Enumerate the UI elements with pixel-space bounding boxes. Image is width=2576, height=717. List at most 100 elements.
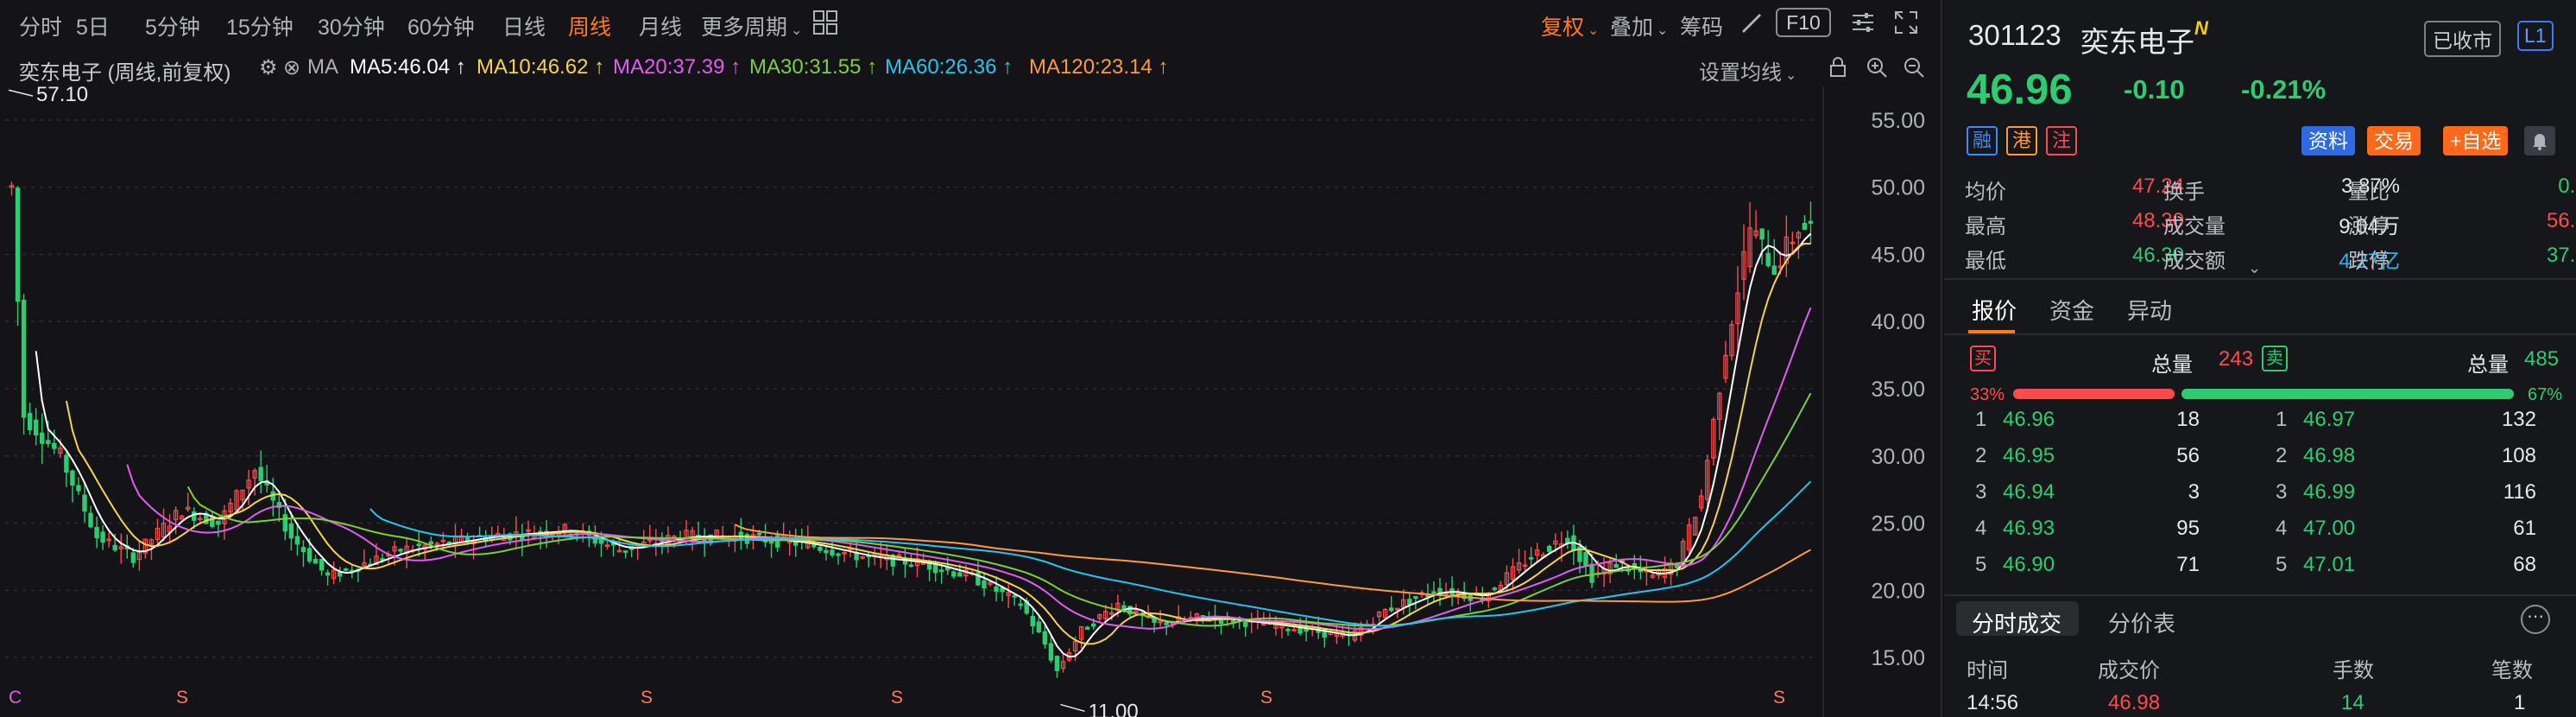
- bid-level[interactable]: 2: [1975, 444, 1986, 468]
- bid-volume[interactable]: 71: [2176, 553, 2200, 577]
- period-daily[interactable]: 日线: [502, 10, 546, 41]
- bid-price[interactable]: 46.90: [2003, 553, 2055, 577]
- level-badge[interactable]: L1: [2517, 21, 2554, 51]
- expand-chevron-icon[interactable]: ⌄: [2248, 259, 2261, 277]
- candle-body: [1243, 621, 1248, 627]
- tab-price-table[interactable]: 分价表: [2108, 606, 2175, 638]
- ask-level[interactable]: 4: [2276, 517, 2287, 541]
- candle-body: [1152, 619, 1157, 623]
- candle-body: [1674, 565, 1680, 568]
- period-more[interactable]: 更多周期 ⌄: [701, 10, 802, 41]
- candle-body: [1054, 656, 1060, 671]
- candle-body: [1012, 594, 1017, 598]
- fuquan-dropdown[interactable]: 复权 ⌄: [1541, 10, 1599, 41]
- candle-body: [1030, 615, 1036, 627]
- stat-value: 56.47: [2546, 209, 2576, 232]
- period-30min[interactable]: 30分钟: [318, 10, 385, 41]
- ma-settings-dropdown[interactable]: 设置均线 ⌄: [1699, 55, 1796, 86]
- lock-icon[interactable]: [1826, 55, 1850, 79]
- f10-button[interactable]: F10: [1776, 8, 1831, 37]
- alert-button[interactable]: [2524, 126, 2555, 155]
- fullscreen-icon[interactable]: [1892, 9, 1920, 36]
- stat-label: 成交额: [2163, 250, 2226, 273]
- hk-connect-tag[interactable]: 港: [2006, 126, 2037, 155]
- tab-intraday-trades[interactable]: 分时成交: [1972, 606, 2061, 638]
- period-60min[interactable]: 60分钟: [407, 10, 475, 41]
- period-15min[interactable]: 15分钟: [226, 10, 294, 41]
- period-5day[interactable]: 5日: [76, 10, 110, 41]
- bid-level[interactable]: 4: [1975, 517, 1986, 541]
- ma120-value: MA120:23.14 ↑: [1029, 55, 1169, 79]
- bid-level[interactable]: 1: [1975, 408, 1986, 432]
- event-marker: S: [1773, 688, 1785, 707]
- trade-button[interactable]: 交易: [2367, 126, 2421, 155]
- divider: [1944, 278, 2576, 280]
- kline-chart[interactable]: 55.00 50.00 45.00 40.00 35.00 30.00 25.00 20.00…: [0, 86, 1942, 717]
- period-weekly[interactable]: 周线: [568, 10, 611, 41]
- ask-level[interactable]: 2: [2276, 444, 2287, 468]
- ask-level[interactable]: 3: [2276, 480, 2287, 504]
- bid-volume[interactable]: 3: [2188, 480, 2200, 504]
- bid-price[interactable]: 46.94: [2003, 480, 2055, 504]
- registration-tag[interactable]: 注: [2046, 126, 2077, 155]
- ask-volume[interactable]: 116: [2503, 480, 2536, 504]
- bid-price[interactable]: 46.93: [2003, 517, 2055, 541]
- candle-body: [1431, 591, 1436, 594]
- tab-anomaly[interactable]: 异动: [2127, 294, 2172, 326]
- candle-body: [738, 531, 744, 540]
- candle-body: [380, 558, 385, 561]
- bid-price[interactable]: 46.96: [2003, 408, 2055, 432]
- candle-body: [938, 569, 944, 573]
- zoom-out-icon[interactable]: [1902, 55, 1926, 79]
- event-marker: S: [641, 688, 653, 707]
- gear-icon[interactable]: ⚙: [259, 55, 278, 80]
- sliders-icon[interactable]: [1849, 9, 1877, 36]
- bid-volume[interactable]: 95: [2176, 517, 2200, 541]
- bid-level[interactable]: 5: [1975, 553, 1986, 577]
- divider: [1944, 333, 2576, 335]
- profile-button[interactable]: 资料: [2301, 126, 2355, 155]
- chevron-down-icon: ⌄: [1657, 23, 1669, 38]
- ask-level[interactable]: 1: [2276, 408, 2287, 432]
- bid-level[interactable]: 3: [1975, 480, 1986, 504]
- grid-layout-icon[interactable]: [811, 9, 839, 36]
- ma20-value: MA20:37.39 ↑: [613, 55, 742, 79]
- bid-volume[interactable]: 56: [2176, 444, 2200, 468]
- candle-body: [294, 536, 300, 545]
- sell-label: 卖: [2262, 346, 2288, 371]
- candle-body: [288, 523, 294, 539]
- brush-icon[interactable]: [1737, 9, 1765, 36]
- tab-capital[interactable]: 资金: [2049, 294, 2094, 326]
- bid-volume[interactable]: 18: [2176, 408, 2200, 432]
- tab-quote[interactable]: 报价: [1972, 294, 2017, 326]
- ask-volume[interactable]: 132: [2502, 408, 2536, 432]
- bid-price[interactable]: 46.95: [2003, 444, 2055, 468]
- ask-price[interactable]: 46.98: [2303, 444, 2355, 468]
- more-options-icon[interactable]: ⋯: [2521, 605, 2550, 634]
- candle-body: [830, 549, 835, 555]
- ask-volume[interactable]: 61: [2513, 517, 2536, 541]
- ask-price[interactable]: 46.97: [2303, 408, 2355, 432]
- chouma-button[interactable]: 筹码: [1680, 10, 1723, 41]
- ask-level[interactable]: 5: [2276, 553, 2287, 577]
- ask-price[interactable]: 47.01: [2303, 553, 2355, 577]
- close-circle-icon[interactable]: ⊗: [283, 55, 300, 80]
- candle-body: [1771, 265, 1777, 276]
- period-5min[interactable]: 5分钟: [145, 10, 200, 41]
- ask-volume[interactable]: 68: [2513, 553, 2536, 577]
- candle-body: [1528, 556, 1534, 560]
- ask-volume[interactable]: 108: [2502, 444, 2536, 468]
- high-annotation-arrow: [8, 89, 34, 97]
- candle-body: [344, 568, 349, 571]
- ask-price[interactable]: 46.99: [2303, 480, 2355, 504]
- ask-price[interactable]: 47.00: [2303, 517, 2355, 541]
- zoom-in-icon[interactable]: [1865, 55, 1889, 79]
- margin-tag[interactable]: 融: [1967, 126, 1998, 155]
- add-watchlist-button[interactable]: +自选: [2443, 126, 2509, 155]
- event-marker: C: [9, 688, 22, 707]
- diejia-dropdown[interactable]: 叠加 ⌄: [1610, 10, 1668, 41]
- period-monthly[interactable]: 月线: [639, 10, 682, 41]
- candle-body: [908, 564, 914, 568]
- period-fenshi[interactable]: 分时: [19, 10, 62, 41]
- candle-body: [100, 531, 105, 543]
